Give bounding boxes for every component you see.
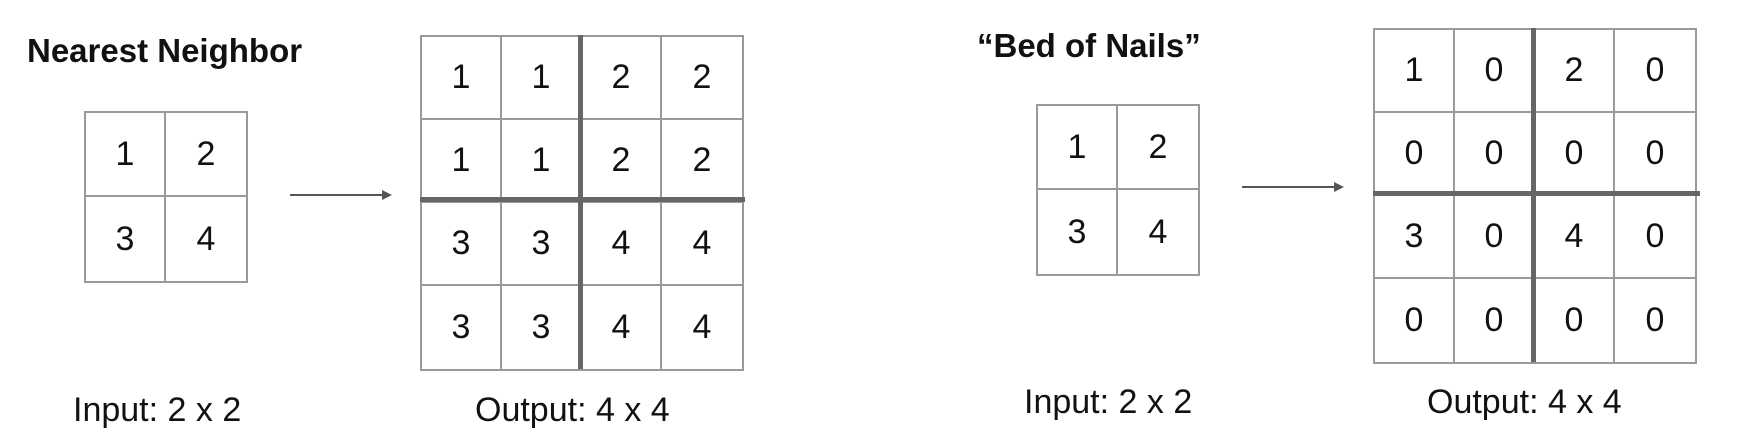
input-cell: 3 xyxy=(1038,190,1118,274)
output-cell: 3 xyxy=(502,203,582,286)
output-cell: 2 xyxy=(582,120,662,203)
quadrant-divider-vertical xyxy=(578,35,583,369)
output-cell: 0 xyxy=(1615,113,1695,196)
output-cell: 4 xyxy=(582,286,662,369)
output-cell: 0 xyxy=(1455,279,1535,362)
input-grid-bed-of-nails: 1 2 3 4 xyxy=(1036,104,1200,276)
output-cell: 2 xyxy=(1535,30,1615,113)
output-cell: 1 xyxy=(1375,30,1455,113)
input-size-label: Input: 2 x 2 xyxy=(73,391,242,429)
output-cell: 4 xyxy=(662,203,742,286)
output-cell: 0 xyxy=(1455,196,1535,279)
input-cell: 4 xyxy=(1148,212,1168,251)
output-cell: 0 xyxy=(1375,113,1455,196)
output-cell: 4 xyxy=(582,203,662,286)
output-cell: 1 xyxy=(502,120,582,203)
output-cell: 3 xyxy=(422,203,502,286)
input-cell: 4 xyxy=(196,219,216,258)
output-cell: 0 xyxy=(1535,279,1615,362)
input-grid-nearest-neighbor: 1 2 3 4 xyxy=(84,111,248,283)
output-cell: 0 xyxy=(1375,279,1455,362)
input-cell: 3 xyxy=(86,197,166,281)
output-cell: 4 xyxy=(1535,196,1615,279)
input-cell: 2 xyxy=(1118,106,1198,190)
output-cell: 4 xyxy=(692,308,712,346)
output-cell: 0 xyxy=(1645,301,1665,339)
arrow-icon xyxy=(1242,182,1344,192)
panel-title-bed-of-nails: “Bed of Nails” xyxy=(977,27,1201,64)
quadrant-divider-horizontal xyxy=(1373,191,1700,196)
input-cell: 1 xyxy=(86,113,166,197)
output-cell: 0 xyxy=(1535,113,1615,196)
output-cell: 1 xyxy=(422,37,502,120)
input-cell: 1 xyxy=(1038,106,1118,190)
output-cell: 2 xyxy=(582,37,662,120)
output-cell: 3 xyxy=(502,286,582,369)
output-size-label: Output: 4 x 4 xyxy=(1427,383,1622,421)
output-size-label: Output: 4 x 4 xyxy=(475,391,670,429)
output-cell: 1 xyxy=(422,120,502,203)
output-cell: 3 xyxy=(1375,196,1455,279)
quadrant-divider-horizontal xyxy=(420,197,745,202)
output-cell: 2 xyxy=(662,37,742,120)
input-size-label: Input: 2 x 2 xyxy=(1024,383,1193,421)
panel-title-nearest-neighbor: Nearest Neighbor xyxy=(27,32,303,69)
arrow-icon xyxy=(290,190,392,200)
output-cell: 0 xyxy=(1455,30,1535,113)
output-cell: 0 xyxy=(1615,196,1695,279)
output-cell: 3 xyxy=(422,286,502,369)
output-cell: 2 xyxy=(662,120,742,203)
input-cell: 2 xyxy=(166,113,246,197)
output-cell: 1 xyxy=(502,37,582,120)
output-cell: 0 xyxy=(1455,113,1535,196)
output-cell: 0 xyxy=(1615,30,1695,113)
